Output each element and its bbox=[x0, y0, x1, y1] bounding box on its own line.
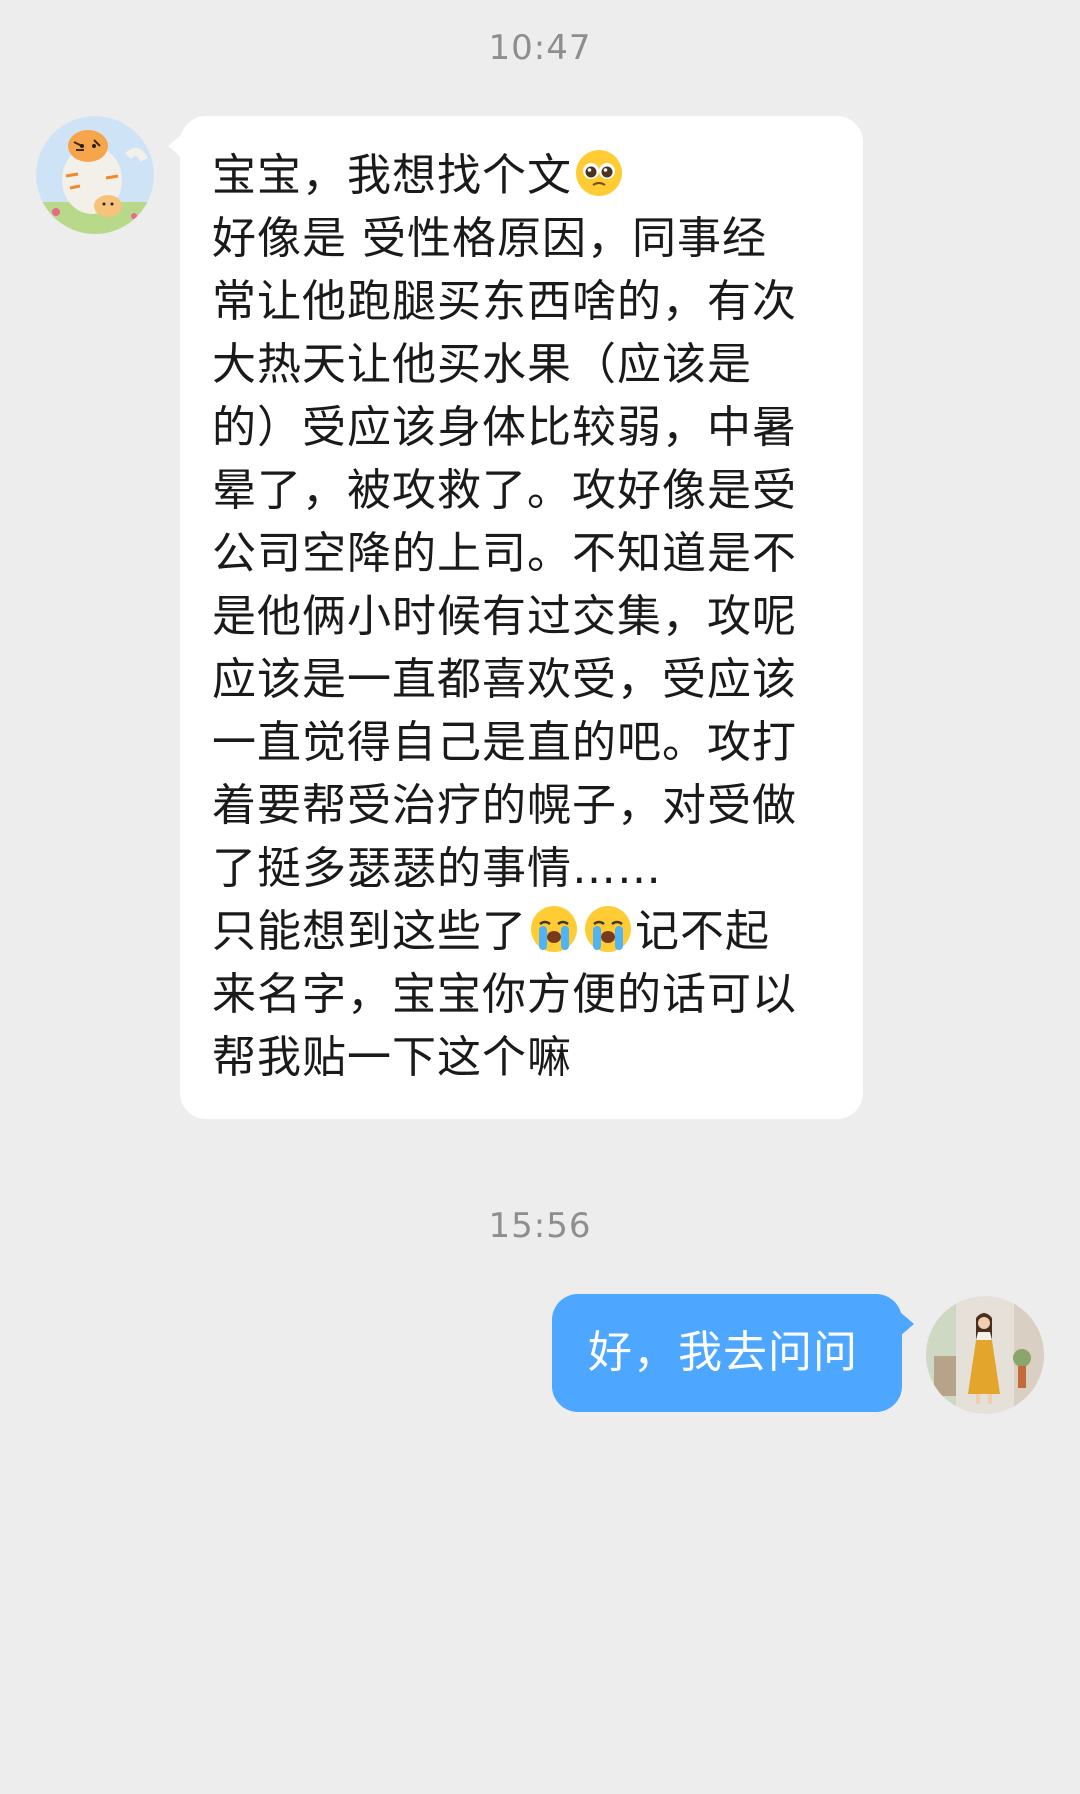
message-line: 是他俩小时候有过交集，攻呢 bbox=[212, 591, 797, 642]
message-line: 公司空降的上司。不知道是不 bbox=[212, 528, 797, 579]
message-text: 记不起 bbox=[635, 906, 770, 957]
tiger-cartoon-avatar-icon bbox=[36, 116, 154, 234]
self-avatar[interactable] bbox=[926, 1296, 1044, 1414]
message-text: 宝宝，我想找个文 bbox=[212, 150, 572, 201]
message-line: 应该是一直都喜欢受，受应该 bbox=[212, 654, 797, 705]
message-line: 了挺多瑟瑟的事情…… bbox=[212, 843, 662, 894]
message-line: 晕了，被攻救了。攻好像是受 bbox=[212, 465, 797, 516]
message-line: 来名字，宝宝你方便的话可以 bbox=[212, 969, 797, 1020]
pleading-face-emoji-icon bbox=[576, 150, 622, 196]
message-line: 一直觉得自己是直的吧。攻打 bbox=[212, 717, 797, 768]
timestamp: 15:56 bbox=[488, 1206, 592, 1246]
timestamp: 10:47 bbox=[488, 28, 592, 68]
message-line: 着要帮受治疗的幌子，对受做 bbox=[212, 780, 797, 831]
message-line: 的）受应该身体比较弱，中暑 bbox=[212, 402, 797, 453]
message-text: 只能想到这些了 bbox=[212, 906, 527, 957]
message-text: 好，我去问问 bbox=[588, 1327, 858, 1378]
loudly-crying-face-emoji-icon bbox=[585, 906, 631, 952]
loudly-crying-face-emoji-icon bbox=[531, 906, 577, 952]
outgoing-message-bubble[interactable]: 好，我去问问 bbox=[552, 1294, 914, 1412]
message-line: 宝宝，我想找个文 bbox=[212, 144, 833, 207]
message-line: 帮我贴一下这个嘛 bbox=[212, 1032, 572, 1083]
message-line: 好像是 受性格原因，同事经 bbox=[212, 213, 767, 264]
girl-yellow-dress-photo-avatar-icon bbox=[926, 1296, 1044, 1414]
message-line: 大热天让他买水果（应该是 bbox=[212, 339, 752, 390]
message-line: 常让他跑腿买东西啥的，有次 bbox=[212, 276, 797, 327]
contact-avatar[interactable] bbox=[36, 116, 154, 234]
incoming-message-bubble[interactable]: 宝宝，我想找个文 好像是 受性格原因，同事经 常让他跑腿买东西啥的，有次 大热天… bbox=[168, 116, 863, 1119]
message-line: 只能想到这些了 记不起 bbox=[212, 900, 833, 963]
